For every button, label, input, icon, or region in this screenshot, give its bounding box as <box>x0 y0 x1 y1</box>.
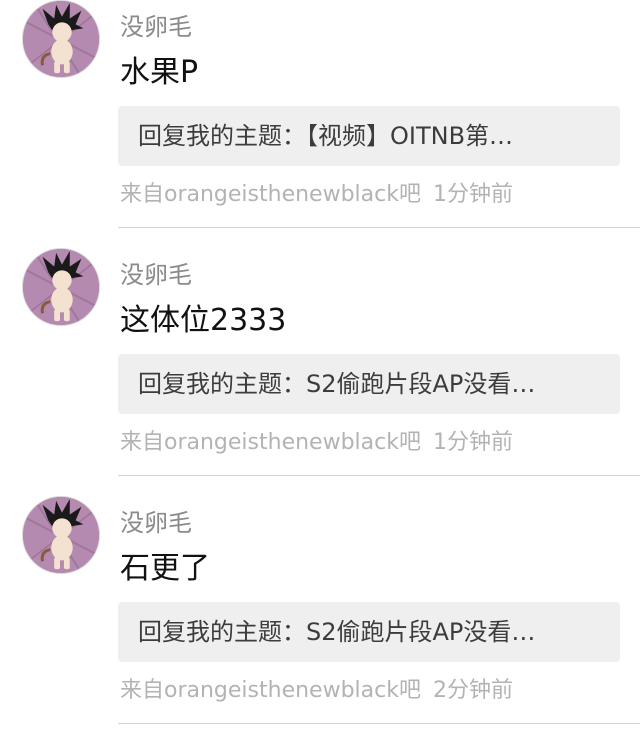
cartoon-boy-avatar-icon <box>23 249 99 325</box>
reply-meta: 来自orangeisthenewblack吧 1分钟前 <box>120 180 513 210</box>
timestamp: 1分钟前 <box>432 430 513 455</box>
quoted-topic[interactable]: 回复我的主题：S2偷跑片段AP没看… <box>118 602 620 662</box>
cartoon-boy-avatar-icon <box>23 1 99 77</box>
username[interactable]: 没卵毛 <box>120 508 192 538</box>
source-forum[interactable]: 来自orangeisthenewblack吧 <box>120 678 421 703</box>
feed-item[interactable]: 没卵毛 这体位2333 回复我的主题：S2偷跑片段AP没看… 来自orangei… <box>0 248 640 496</box>
user-avatar[interactable] <box>22 248 100 326</box>
feed-item[interactable]: 没卵毛 石更了 回复我的主题：S2偷跑片段AP没看… 来自orangeisthe… <box>0 496 640 744</box>
divider <box>118 227 640 228</box>
cartoon-boy-avatar-icon <box>23 497 99 573</box>
divider <box>118 475 640 476</box>
source-forum[interactable]: 来自orangeisthenewblack吧 <box>120 182 421 207</box>
user-avatar[interactable] <box>22 0 100 78</box>
user-avatar[interactable] <box>22 496 100 574</box>
reply-feed: 没卵毛 水果P 回复我的主题：【视频】OITNB第… 来自orangeisthe… <box>0 0 640 740</box>
username[interactable]: 没卵毛 <box>120 260 192 290</box>
reply-meta: 来自orangeisthenewblack吧 1分钟前 <box>120 428 513 458</box>
reply-content: 这体位2333 <box>120 303 287 338</box>
quoted-topic[interactable]: 回复我的主题：【视频】OITNB第… <box>118 106 620 166</box>
reply-meta: 来自orangeisthenewblack吧 2分钟前 <box>120 676 513 706</box>
reply-content: 水果P <box>120 55 199 90</box>
username[interactable]: 没卵毛 <box>120 12 192 42</box>
source-forum[interactable]: 来自orangeisthenewblack吧 <box>120 430 421 455</box>
timestamp: 1分钟前 <box>432 182 513 207</box>
divider <box>118 723 640 724</box>
timestamp: 2分钟前 <box>432 678 513 703</box>
feed-item[interactable]: 没卵毛 水果P 回复我的主题：【视频】OITNB第… 来自orangeisthe… <box>0 0 640 248</box>
reply-content: 石更了 <box>120 551 210 586</box>
quoted-topic[interactable]: 回复我的主题：S2偷跑片段AP没看… <box>118 354 620 414</box>
